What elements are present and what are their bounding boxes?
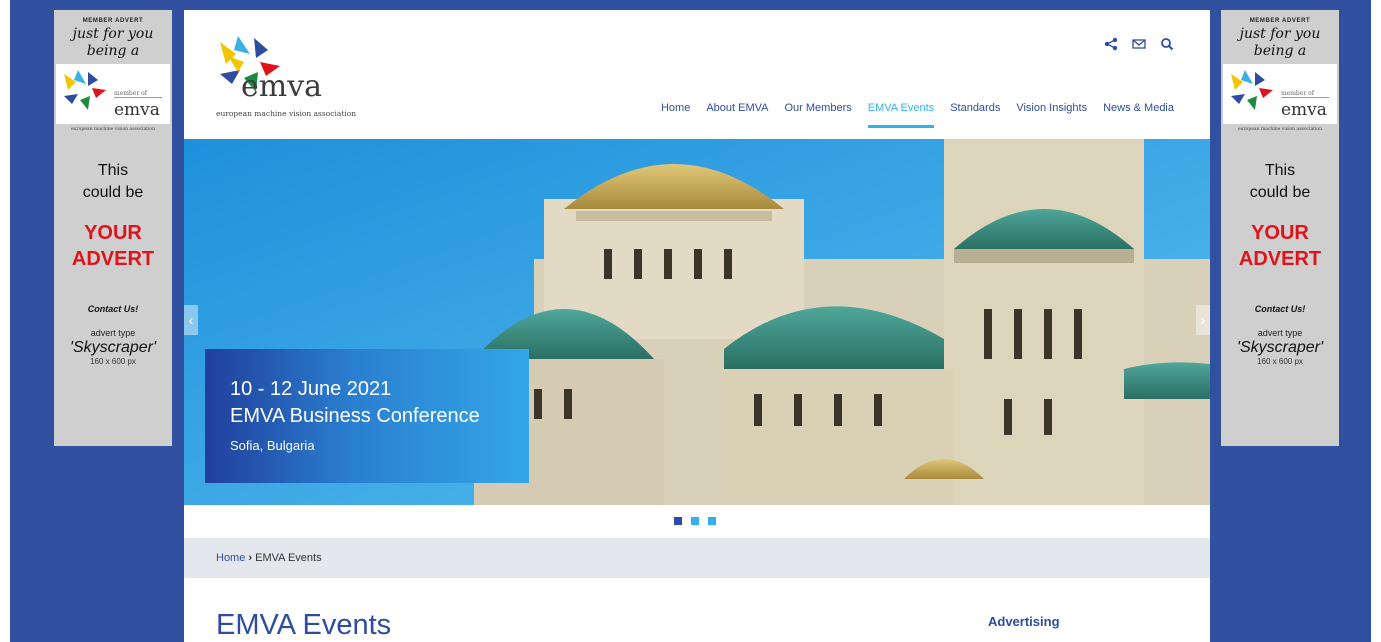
ad-member-logo: member of emva european machine vision a…	[56, 64, 170, 132]
ad-your: YOUR	[84, 222, 142, 244]
share-icon[interactable]	[1104, 37, 1118, 51]
hero-slider[interactable]: ‹ › 10 - 12 June 2021 EMVA Business Conf…	[184, 139, 1210, 505]
right-margin	[1371, 0, 1381, 642]
hero-caption[interactable]: 10 - 12 June 2021 EMVA Business Conferen…	[205, 349, 529, 483]
breadcrumb-separator: ›	[248, 552, 253, 564]
breadcrumb-home[interactable]: Home	[216, 552, 245, 564]
ad-this: This	[97, 162, 129, 179]
ad-script-line1: just for you	[1239, 26, 1321, 42]
ad-type-label: advert type	[90, 328, 136, 338]
left-margin	[0, 0, 10, 642]
slider-dot[interactable]	[691, 517, 699, 525]
ad-could-be: could be	[82, 184, 144, 201]
ad-your: YOUR	[1251, 222, 1309, 244]
site-header: emva european machine vision association…	[184, 10, 1210, 139]
skyscraper-ad-right[interactable]: MEMBER ADVERT just for you being a membe…	[1221, 10, 1339, 446]
ad-emva-wordmark: emva	[114, 100, 160, 120]
slider-dot[interactable]	[674, 517, 682, 525]
logo-wordmark[interactable]: emva	[241, 72, 322, 102]
logo-subtitle: european machine vision association	[216, 109, 357, 118]
header-icons	[1104, 37, 1174, 51]
ad-dimensions: 160 x 600 px	[1257, 357, 1303, 366]
nav-standards[interactable]: Standards	[950, 102, 1000, 128]
emva-star-logo-icon	[64, 70, 106, 110]
ad-emva-wordmark: emva	[1281, 100, 1327, 120]
ad-type-value: 'Skyscraper'	[1236, 339, 1324, 356]
hero-next-button[interactable]: ›	[1196, 305, 1210, 335]
breadcrumb-current: EMVA Events	[255, 552, 322, 564]
slider-dots	[674, 517, 716, 525]
ad-contact-link[interactable]: Contact Us!	[54, 304, 172, 314]
ad-advert: ADVERT	[71, 248, 155, 270]
ad-dimensions: 160 x 600 px	[90, 357, 136, 366]
ad-this: This	[1264, 162, 1296, 179]
ad-tag: MEMBER ADVERT	[1249, 18, 1311, 24]
emva-star-logo-icon	[1231, 70, 1273, 110]
nav-emva-events[interactable]: EMVA Events	[867, 102, 935, 128]
nav-news-media[interactable]: News & Media	[1103, 102, 1174, 128]
ad-script-line2: being a	[86, 43, 140, 59]
search-icon[interactable]	[1160, 37, 1174, 51]
ad-advert: ADVERT	[1238, 248, 1322, 270]
slider-dot[interactable]	[708, 517, 716, 525]
ad-member-logo: member of emva european machine vision a…	[1223, 64, 1337, 132]
ad-member-of: member of	[114, 90, 162, 98]
ad-script-line2: being a	[1253, 43, 1307, 59]
ad-could-be: could be	[1249, 184, 1311, 201]
main-page: emva european machine vision association…	[184, 10, 1210, 642]
page-title: EMVA Events	[216, 609, 392, 641]
ad-member-of: member of	[1281, 90, 1329, 98]
nav-home[interactable]: Home	[661, 102, 690, 128]
nav-vision-insights[interactable]: Vision Insights	[1016, 102, 1087, 128]
sidebar-advertising-heading: Advertising	[988, 614, 1060, 629]
hero-prev-button[interactable]: ‹	[184, 305, 198, 335]
breadcrumb: Home › EMVA Events	[184, 538, 1210, 578]
ad-type-value: 'Skyscraper'	[69, 339, 157, 356]
hero-place: Sofia, Bulgaria	[230, 438, 315, 453]
ad-contact-link[interactable]: Contact Us!	[1221, 304, 1339, 314]
nav-about-emva[interactable]: About EMVA	[706, 102, 768, 128]
ad-script-line1: just for you	[72, 26, 154, 42]
skyscraper-ad-left[interactable]: MEMBER ADVERT just for you being a membe…	[54, 10, 172, 446]
hero-date: 10 - 12 June 2021	[230, 378, 392, 400]
nav-our-members[interactable]: Our Members	[785, 102, 852, 128]
ad-tag: MEMBER ADVERT	[82, 18, 144, 24]
ad-assoc-text: european machine vision association	[70, 127, 156, 132]
hero-title: EMVA Business Conference	[230, 405, 480, 427]
mail-icon[interactable]	[1132, 37, 1146, 51]
ad-type-label: advert type	[1257, 328, 1303, 338]
main-nav: Home About EMVA Our Members EMVA Events …	[661, 102, 1174, 128]
ad-assoc-text: european machine vision association	[1237, 127, 1323, 132]
